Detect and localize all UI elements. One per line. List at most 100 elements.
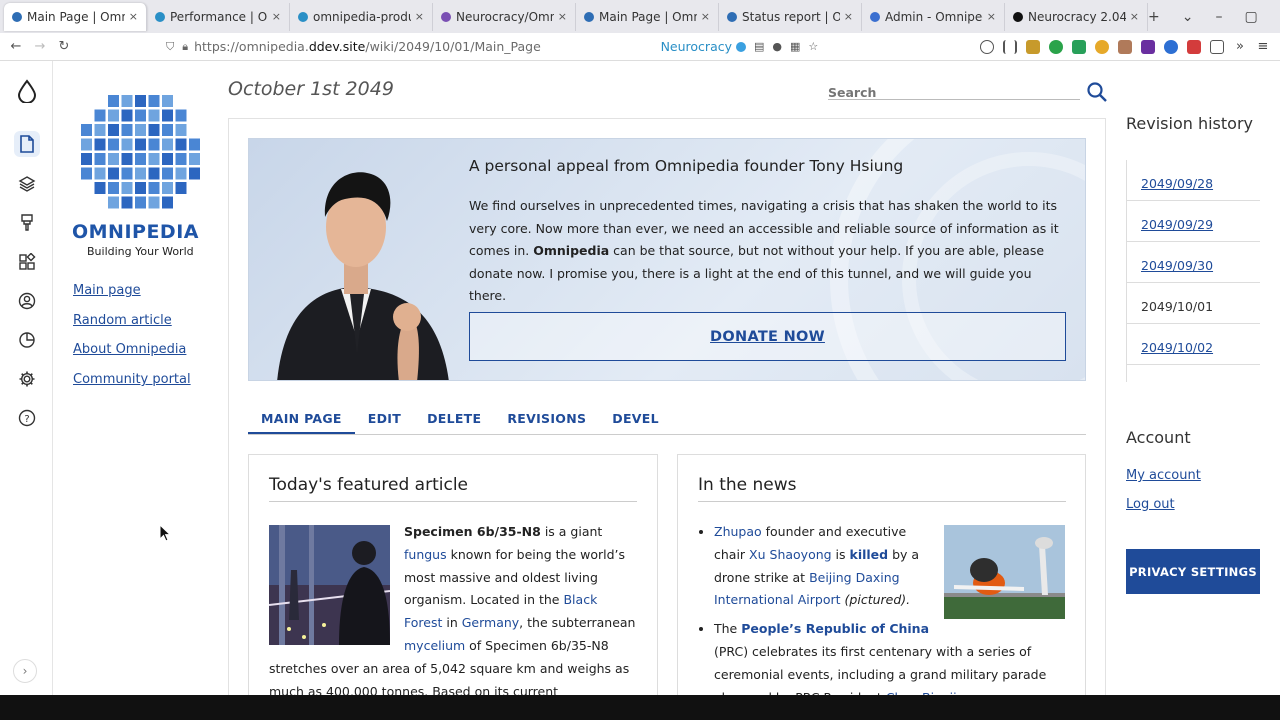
favicon-icon [1013,11,1023,22]
search-icon[interactable] [1086,81,1108,107]
link-xu-shaoyong[interactable]: Xu Shaoyong [749,547,832,562]
mouse-cursor-icon [159,524,171,542]
link-killed[interactable]: killed [850,547,889,562]
drop-icon[interactable] [14,78,40,104]
new-tab-button[interactable]: + [1148,9,1160,25]
forward-button[interactable]: → [28,39,52,54]
browser-tab[interactable]: Neurocracy/Omnip × [433,2,576,31]
addon-icon[interactable] [1049,39,1063,54]
tab-close-icon[interactable]: × [844,10,853,23]
tab-title: Admin - Omnipedia [885,9,983,24]
nav-main-page[interactable]: Main page [73,283,141,298]
browser-tab[interactable]: Status report | Om × [719,2,862,31]
donate-button[interactable]: DONATE NOW [469,312,1066,361]
extension-icon[interactable]: ● [772,40,782,53]
revision-link[interactable]: 2049/10/02 [1127,324,1260,365]
page-tabs: MAIN PAGE EDIT DELETE REVISIONS DEVEL [248,402,1086,435]
revision-link[interactable]: 2049/10/03 [1127,365,1260,382]
reader-view-icon[interactable]: ▤ [754,40,764,53]
tab-main-page[interactable]: MAIN PAGE [248,402,355,434]
tab-title: Main Page | Omnip [27,9,125,24]
tab-revisions[interactable]: REVISIONS [494,402,599,434]
window-minimize-button[interactable]: – [1215,9,1222,25]
extensions-icon[interactable] [1210,39,1224,54]
widgets-icon[interactable] [14,249,40,275]
revision-link[interactable]: 2049/09/29 [1127,201,1260,242]
page-date: October 1st 2049 [228,78,394,100]
chevron-right-icon[interactable]: › [13,659,37,683]
tab-controls: + ⌄ – ▢ ✕ [1148,9,1280,25]
addon-icon[interactable] [1118,39,1132,54]
library-icon[interactable] [1003,39,1017,54]
brush-icon[interactable] [14,209,40,235]
pie-chart-icon[interactable] [14,327,40,353]
addon-icon[interactable] [1187,39,1201,54]
addon-icon[interactable] [1164,39,1178,54]
addon-icon[interactable] [1141,39,1155,54]
url-text[interactable]: https://omnipedia.ddev.site/wiki/2049/10… [194,39,541,54]
site-tagline: Building Your World [87,245,194,258]
nav-community-portal[interactable]: Community portal [73,372,191,387]
overflow-icon[interactable]: » [1233,39,1247,54]
search-field[interactable] [828,82,1080,100]
tab-title: Neurocracy/Omnip [456,9,554,24]
log-out-link[interactable]: Log out [1126,497,1175,512]
tab-devel[interactable]: DEVEL [599,402,672,434]
window-maximize-button[interactable]: ▢ [1244,9,1257,25]
container-badge[interactable]: Neurocracy [661,39,746,54]
browser-tab[interactable]: Neurocracy 2.049 i × [1005,2,1148,31]
help-icon[interactable]: ? [14,405,40,431]
revision-link[interactable]: 2049/09/30 [1127,242,1260,283]
lock-icon[interactable]: 🔒︎ [182,40,188,54]
link-germany[interactable]: Germany [462,615,519,630]
gear-icon[interactable] [14,366,40,392]
shield-icon[interactable]: ⛉ [166,40,174,54]
search-input[interactable] [828,85,1068,100]
revision-link[interactable]: 2049/09/28 [1127,160,1260,201]
address-bar[interactable]: ⛉ 🔒︎ https://omnipedia.ddev.site/wiki/20… [166,39,746,54]
my-account-link[interactable]: My account [1126,468,1201,483]
tab-delete[interactable]: DELETE [414,402,494,434]
browser-tab[interactable]: Main Page | Omnip × [576,2,719,31]
addon-icon[interactable] [1072,39,1086,54]
history-icon[interactable] [980,39,994,54]
user-icon[interactable] [14,288,40,314]
menu-icon[interactable]: ≡ [1256,39,1270,54]
toolbar-icons: » ≡ [980,39,1280,54]
browser-tab[interactable]: Performance | Omn × [147,2,290,31]
tab-edit[interactable]: EDIT [355,402,414,434]
browser-tab[interactable]: Admin - Omnipedia × [862,2,1005,31]
favicon-icon [155,11,165,22]
tab-close-icon[interactable]: × [1130,10,1139,23]
tab-list-button[interactable]: ⌄ [1182,9,1194,25]
document-icon[interactable] [14,131,40,157]
addon-icon[interactable] [1026,39,1040,54]
tab-close-icon[interactable]: × [415,10,424,23]
link-prc[interactable]: People’s Republic of China [741,621,929,636]
news-heading: In the news [698,475,1066,502]
browser-tab[interactable]: omnipedia-produc × [290,2,433,31]
revision-current: 2049/10/01 [1127,283,1260,324]
news-list: Zhupao founder and executive chair Xu Sh… [698,521,1066,703]
tab-close-icon[interactable]: × [129,10,138,23]
back-button[interactable]: ← [4,39,28,54]
browser-tab[interactable]: Main Page | Omnip × [4,2,147,31]
addon-icon[interactable] [1095,39,1109,54]
privacy-settings-button[interactable]: PRIVACY SETTINGS [1126,549,1260,594]
layers-icon[interactable] [14,171,40,197]
qr-icon[interactable]: ▦ [790,40,800,53]
tab-close-icon[interactable]: × [987,10,996,23]
omnipedia-logo[interactable] [73,91,205,219]
tab-close-icon[interactable]: × [701,10,710,23]
bookmark-star-icon[interactable]: ☆ [808,40,818,53]
nav-random-article[interactable]: Random article [73,313,172,328]
tab-close-icon[interactable]: × [272,10,281,23]
reload-button[interactable]: ↻ [52,39,76,54]
nav-about[interactable]: About Omnipedia [73,342,186,357]
tab-close-icon[interactable]: × [558,10,567,23]
donation-appeal-banner: A personal appeal from Omnipedia founder… [248,138,1086,381]
link-mycelium[interactable]: mycelium [404,638,465,653]
link-fungus[interactable]: fungus [404,547,447,562]
link-zhupao[interactable]: Zhupao [714,524,762,539]
browser-nav-bar: ← → ↻ ⛉ 🔒︎ https://omnipedia.ddev.site/w… [0,33,1280,61]
